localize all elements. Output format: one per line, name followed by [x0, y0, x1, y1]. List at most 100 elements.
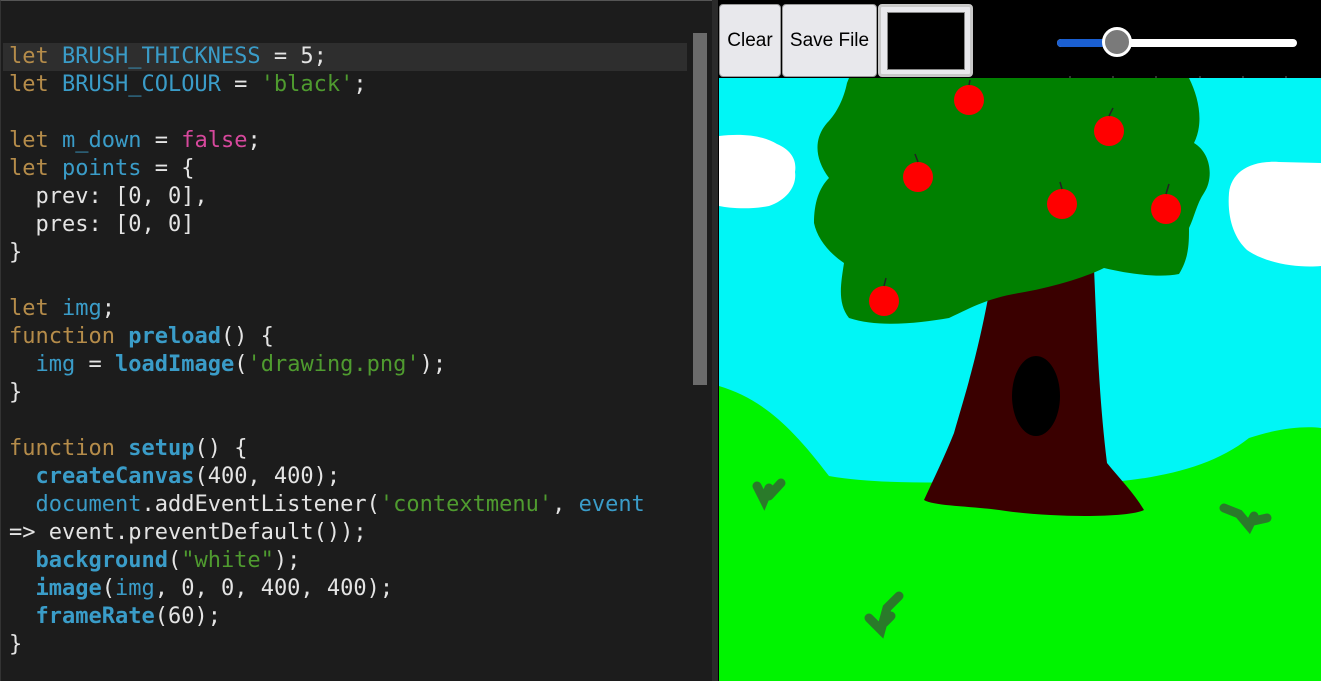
code-token: let: [9, 44, 62, 69]
sketch-toolbar: Clear Save File: [718, 4, 1321, 80]
thickness-slider-thumb[interactable]: [1102, 27, 1132, 57]
code-token: prev: [0, 0],: [9, 184, 208, 209]
code-token: =: [75, 352, 115, 377]
code-token: frameRate: [35, 604, 155, 629]
code-token: event: [578, 492, 645, 517]
apple: [1151, 194, 1181, 224]
code-token: () {: [194, 436, 248, 461]
code-token: , 0, 0, 400, 400);: [154, 576, 394, 601]
code-text[interactable]: let BRUSH_THICKNESS = 5; let BRUSH_COLOUR…: [9, 43, 645, 659]
code-token: (400, 400);: [194, 464, 341, 489]
code-line: frameRate(60);: [9, 603, 645, 631]
code-token: createCanvas: [35, 464, 195, 489]
code-token: ;: [101, 296, 115, 321]
code-token: }: [9, 632, 23, 657]
colour-picker-button[interactable]: [878, 4, 973, 77]
code-token: () {: [220, 324, 274, 349]
sketch-preview: Clear Save File: [718, 4, 1321, 681]
code-token: }: [9, 240, 23, 265]
code-token: let: [9, 296, 62, 321]
code-line: pres: [0, 0]: [9, 211, 645, 239]
code-line: let points = {: [9, 155, 645, 183]
code-line: let BRUSH_COLOUR = 'black';: [9, 71, 645, 99]
code-line: createCanvas(400, 400);: [9, 463, 645, 491]
code-token: =: [141, 128, 182, 153]
trunk-hole: [1012, 356, 1060, 436]
code-token: ;: [353, 72, 367, 97]
code-token: false: [181, 128, 248, 153]
code-token: img: [61, 296, 102, 321]
code-line: }: [9, 631, 645, 659]
apple: [1047, 189, 1077, 219]
apple: [869, 286, 899, 316]
code-line: background("white");: [9, 547, 645, 575]
code-token: preload: [128, 324, 221, 349]
code-token: let: [9, 128, 62, 153]
code-line: function preload() {: [9, 323, 645, 351]
code-token: (60);: [154, 604, 221, 629]
code-token: img: [35, 352, 76, 377]
code-token: m_down: [61, 128, 142, 153]
code-token: setup: [128, 436, 195, 461]
code-token: let: [9, 72, 62, 97]
code-token: (: [101, 576, 115, 601]
code-token: (: [167, 548, 182, 573]
code-line: function setup() {: [9, 435, 645, 463]
save-file-button[interactable]: Save File: [782, 4, 877, 77]
code-token: );: [419, 352, 447, 377]
code-line: let m_down = false;: [9, 127, 645, 155]
code-token: image: [35, 576, 102, 601]
code-token: = {: [141, 156, 195, 181]
code-token: 'black': [260, 72, 354, 97]
code-editor[interactable]: let BRUSH_THICKNESS = 5; let BRUSH_COLOUR…: [0, 0, 712, 681]
code-token: = 5;: [260, 44, 327, 69]
clear-button[interactable]: Clear: [719, 4, 781, 77]
code-token: ;: [247, 128, 261, 153]
code-line: let BRUSH_THICKNESS = 5;: [9, 43, 645, 71]
code-token: img: [114, 576, 155, 601]
code-token: "white": [181, 548, 274, 573]
code-token: function: [9, 324, 129, 349]
code-token: => event.preventDefault());: [9, 520, 367, 545]
code-token: 'drawing.png': [247, 352, 420, 377]
code-token: background: [35, 548, 168, 573]
code-token: (: [234, 352, 248, 377]
code-token: document: [35, 492, 142, 517]
code-token: BRUSH_COLOUR: [61, 72, 221, 97]
code-line: document.addEventListener('contextmenu',…: [9, 491, 645, 519]
code-token: }: [9, 380, 23, 405]
code-token: loadImage: [115, 352, 235, 377]
editor-scrollbar[interactable]: [693, 33, 707, 385]
apple: [1094, 116, 1124, 146]
code-token: );: [273, 548, 301, 573]
code-token: points: [61, 156, 142, 181]
code-token: =: [220, 72, 261, 97]
apple: [954, 85, 984, 115]
code-token: .addEventListener(: [141, 492, 380, 517]
apple: [903, 162, 933, 192]
code-line: prev: [0, 0],: [9, 183, 645, 211]
code-token: function: [9, 436, 129, 461]
colour-swatch: [886, 11, 965, 70]
code-token: BRUSH_THICKNESS: [61, 44, 261, 69]
code-token: ,: [552, 492, 579, 517]
code-token: pres: [0, 0]: [9, 212, 195, 237]
code-line: => event.preventDefault());: [9, 519, 645, 547]
thickness-slider-track[interactable]: [1057, 39, 1297, 47]
code-token: 'contextmenu': [379, 492, 553, 517]
code-token: let: [9, 156, 62, 181]
code-line: }: [9, 379, 645, 407]
code-line: img = loadImage('drawing.png');: [9, 351, 645, 379]
code-line: }: [9, 239, 645, 267]
drawing-canvas[interactable]: [719, 78, 1321, 681]
code-line: image(img, 0, 0, 400, 400);: [9, 575, 645, 603]
